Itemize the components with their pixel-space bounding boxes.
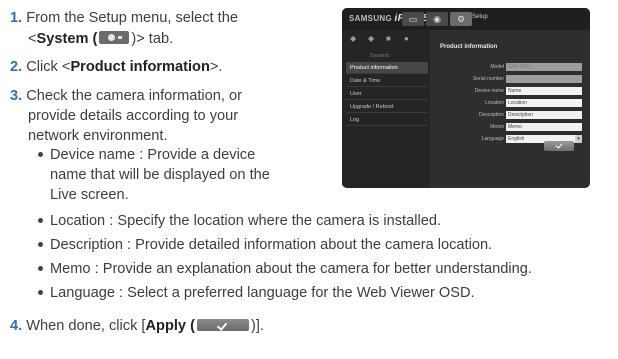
sidebar-item-user[interactable]: User [346, 88, 428, 100]
bullet-dot [38, 290, 43, 295]
chevron-down-icon: ▾ [575, 135, 582, 143]
sidebar-item-date-time[interactable]: Date & Time [346, 75, 428, 87]
bullet-dot [38, 218, 43, 223]
step-2-prefix: Click < [26, 59, 71, 75]
step-1-line-1: 1. From the Setup menu, select the [10, 8, 238, 28]
sidebar-item-log[interactable]: Log [346, 114, 428, 126]
sidebar-item-product-information[interactable]: Product information [346, 62, 428, 74]
step-2-number: 2. [10, 59, 23, 75]
main-panel: Product information Model SND-5061 Seria… [434, 34, 586, 184]
system-icon[interactable]: ● [404, 34, 409, 43]
step-2-line: 2. Click <Product information>. [10, 57, 222, 77]
system-tab-label: System ( [36, 31, 98, 47]
model-label: Model [490, 64, 504, 70]
serial-number-label: Serial number [472, 76, 504, 82]
sidebar-item-upgrade-reboot[interactable]: Upgrade / Reboot [346, 101, 428, 113]
step-4-line: 4. When done, click [Apply ()]. [10, 316, 264, 336]
playback-tab[interactable]: ◉ [426, 12, 448, 26]
device-name-input[interactable]: Name [506, 87, 582, 95]
step-2-suffix: >. [209, 59, 223, 75]
location-label: Location [485, 100, 504, 106]
model-field: SND-5061 [506, 63, 582, 71]
bullet-memo: Memo : Provide an explanation about the … [50, 261, 532, 277]
product-information-label: Product information [70, 59, 210, 75]
step-4-number: 4. [10, 318, 23, 334]
bullet-device-name-3: Live screen. [50, 187, 129, 203]
field-row: Serial number [438, 74, 584, 84]
bullet-dot [38, 152, 43, 157]
setup-title: Setup [472, 14, 488, 20]
form-title: Product information [440, 44, 498, 50]
monitor-icon: ▭ [408, 14, 418, 24]
monitor-tab[interactable]: ▭ [402, 12, 424, 26]
step-1-suffix: )> tab. [131, 31, 174, 47]
sidebar-icons: ◆ ◆ ■ ● [342, 34, 430, 46]
step-3-text-3: network environment. [28, 128, 168, 144]
step-1-number: 1. [10, 10, 23, 26]
gear-icon: ⚙ [456, 14, 466, 24]
memo-label: Memo [490, 124, 504, 130]
step-3-number: 3. [10, 88, 23, 104]
language-value: English [508, 136, 525, 142]
bullet-device-name-1: Device name : Provide a device [50, 147, 256, 163]
step-3-text-1: Check the camera information, or [26, 88, 242, 104]
bullet-dot [38, 242, 43, 247]
step-3-text-2: provide details according to your [28, 108, 239, 124]
bullet-language: Language : Select a preferred language f… [50, 285, 475, 301]
field-row: Model SND-5061 [438, 62, 584, 72]
bullet-description: Description : Provide detailed informati… [50, 237, 493, 253]
top-bar: SAMSUNG iPOLiS ▭ ◉ ⚙ Setup [342, 8, 590, 30]
video-icon[interactable]: ◆ [350, 34, 356, 43]
field-row: Memo Memo [438, 122, 584, 132]
field-row: Location Location [438, 98, 584, 108]
sidebar-section-label: Dynamic [370, 53, 390, 59]
step-1-bracket: < [28, 31, 37, 47]
step-1-text: From the Setup menu, select the [26, 10, 238, 26]
language-label: Language [481, 136, 504, 142]
field-row: Device name Name [438, 86, 584, 96]
apply-button[interactable] [544, 141, 574, 151]
bullet-location: Location : Specify the location where th… [50, 213, 442, 229]
setup-screenshot: SAMSUNG iPOLiS ▭ ◉ ⚙ Setup ◆ ◆ ■ ● Dynam… [342, 8, 590, 188]
memo-input[interactable]: Memo [506, 123, 582, 131]
logo-brand: SAMSUNG [349, 14, 392, 23]
device-name-label: Device name [474, 88, 504, 94]
bullet-dot [38, 266, 43, 271]
location-input[interactable]: Location [506, 99, 582, 107]
playback-icon: ◉ [433, 14, 441, 24]
step-3-line-1: 3. Check the camera information, or [10, 86, 242, 106]
event-icon[interactable]: ■ [386, 34, 391, 43]
field-row: Description Description [438, 110, 584, 120]
gear-icon [99, 31, 130, 44]
step-4-suffix: )]. [250, 318, 264, 334]
step-1-line-2: <System ( )> tab. [28, 29, 173, 49]
serial-number-field [506, 75, 582, 83]
setup-tab[interactable]: ⚙ [450, 12, 472, 26]
description-label: Description [478, 112, 504, 118]
step-4-prefix: When done, click [ [26, 318, 146, 334]
manual-page: 1. From the Setup menu, select the <Syst… [0, 0, 618, 359]
network-icon[interactable]: ◆ [368, 34, 374, 43]
apply-label: Apply ( [145, 318, 195, 334]
check-icon [196, 319, 249, 331]
description-input[interactable]: Description [506, 111, 582, 119]
bullet-device-name-2: name that will be displayed on the [50, 167, 270, 183]
